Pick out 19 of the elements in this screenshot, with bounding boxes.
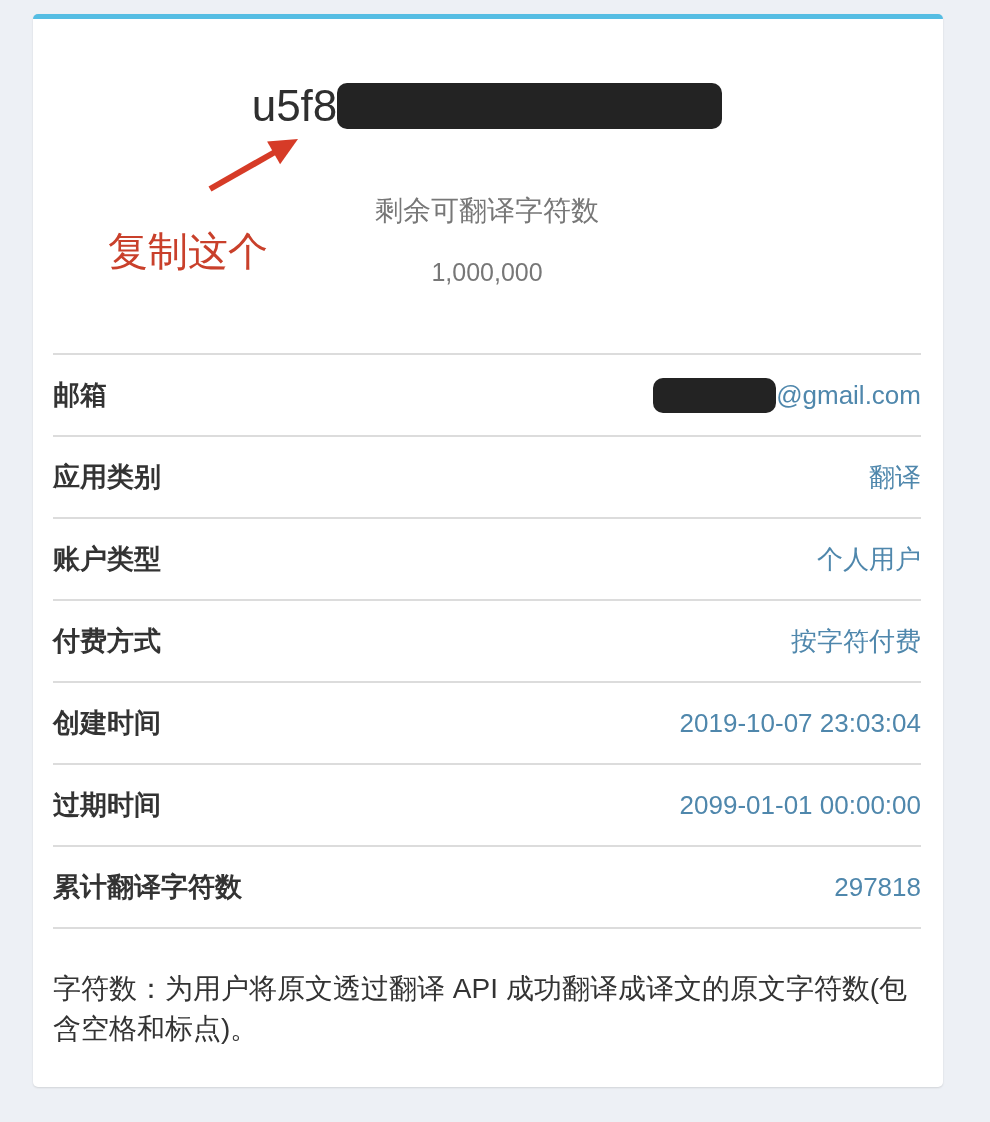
detail-value: 2099-01-01 00:00:00 (679, 789, 921, 821)
note-text: 字符数：为用户将原文透过翻译 API 成功翻译成译文的原文字符数(包含空格和标点)。 (53, 972, 908, 1046)
detail-label: 创建时间 (53, 707, 161, 740)
annotation-text: 复制这个 (108, 228, 268, 274)
detail-label: 邮箱 (53, 379, 107, 412)
remaining-label: 剩余可翻译字符数 (375, 194, 599, 228)
detail-label: 累计翻译字符数 (53, 871, 242, 904)
detail-value: 按字符付费 (791, 624, 921, 658)
detail-value: 2019-10-07 23:03:04 (679, 707, 921, 739)
api-key-text: u5f8 (251, 80, 338, 132)
detail-value: 翻译 (869, 460, 921, 494)
detail-value: @gmail.com (776, 379, 921, 411)
remaining-value: 1,000,000 (431, 257, 543, 288)
detail-value: 个人用户 (817, 542, 921, 576)
detail-label: 付费方式 (53, 625, 161, 658)
detail-label: 账户类型 (53, 543, 161, 576)
detail-label: 过期时间 (53, 789, 161, 822)
detail-label: 应用类别 (53, 461, 161, 494)
detail-value: 297818 (834, 871, 921, 903)
